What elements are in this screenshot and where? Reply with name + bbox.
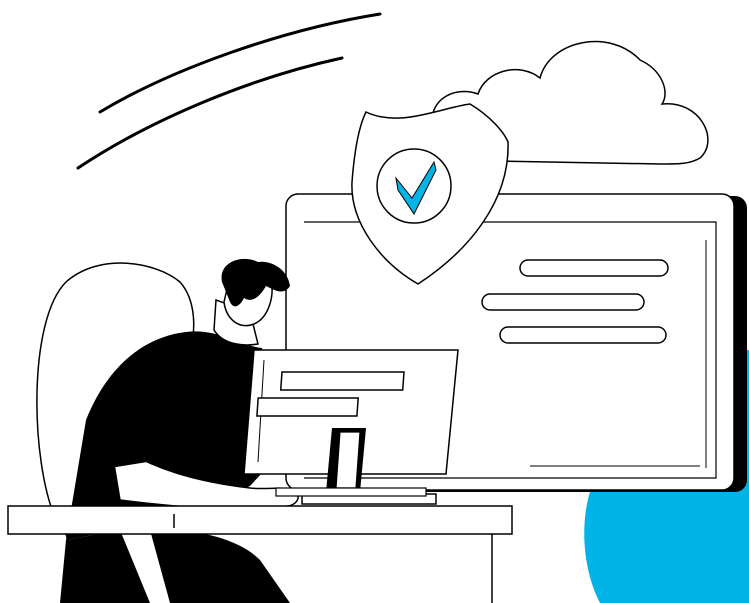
security-illustration <box>7 12 749 603</box>
motion-lines <box>76 12 382 170</box>
